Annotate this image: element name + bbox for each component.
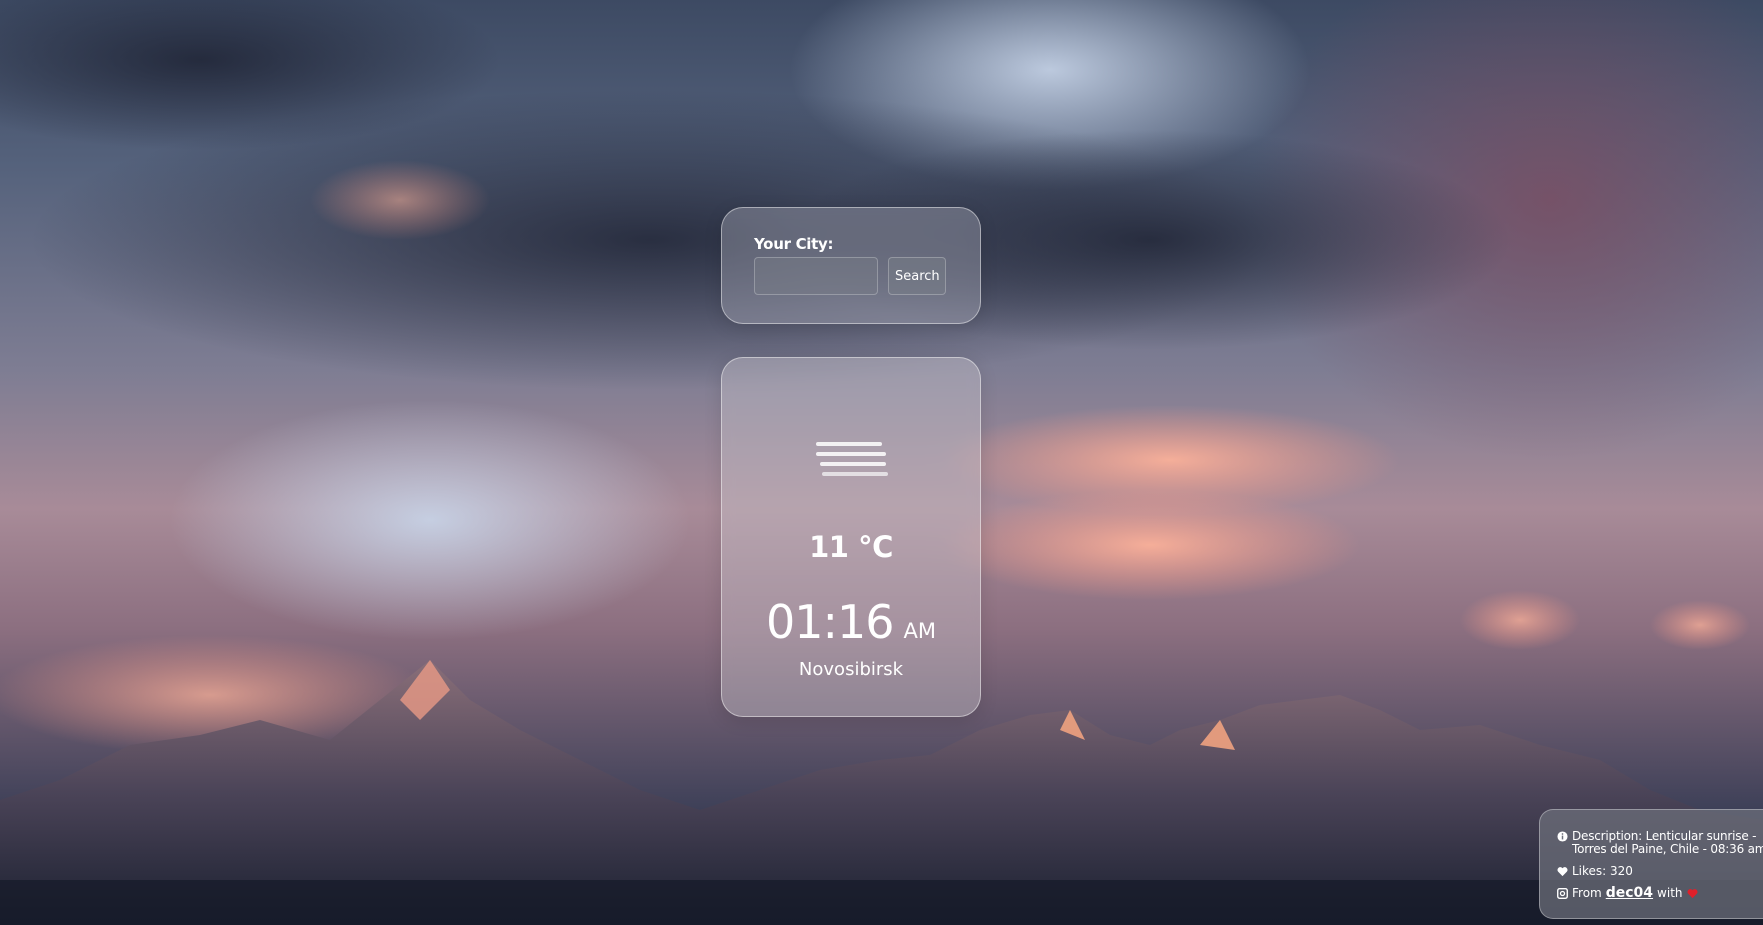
photo-info-card: Description: Lenticular sunrise - Torres… bbox=[1539, 809, 1763, 919]
info-icon bbox=[1557, 831, 1568, 842]
heart-red-icon bbox=[1687, 889, 1698, 899]
photo-likes: Likes: 320 bbox=[1572, 864, 1633, 878]
with-text: with bbox=[1657, 886, 1683, 900]
author-link[interactable]: dec04 bbox=[1606, 886, 1653, 900]
city-input[interactable] bbox=[754, 257, 878, 295]
photo-description: Description: Lenticular sunrise - Torres… bbox=[1572, 829, 1763, 856]
local-time: 01:16 AM bbox=[722, 595, 980, 649]
city-label: Your City: bbox=[754, 235, 834, 253]
camera-icon bbox=[1557, 888, 1568, 899]
city-search-card: Your City: Search bbox=[721, 207, 981, 324]
weather-card: 11 °C 01:16 AM Novosibirsk bbox=[721, 357, 981, 717]
mist-icon bbox=[816, 440, 888, 480]
time-ampm: AM bbox=[903, 619, 937, 643]
photo-description-line: Description: Lenticular sunrise - Torres… bbox=[1557, 830, 1763, 856]
city-name: Novosibirsk bbox=[798, 659, 904, 680]
from-prefix: From bbox=[1572, 886, 1602, 900]
photo-source-line: From dec04 with bbox=[1557, 886, 1763, 900]
photo-likes-line: Likes: 320 bbox=[1557, 865, 1763, 878]
heart-icon bbox=[1557, 867, 1568, 877]
search-button[interactable]: Search bbox=[888, 257, 946, 295]
temperature: 11 °C bbox=[809, 530, 893, 564]
time-value: 01:16 bbox=[765, 595, 895, 649]
